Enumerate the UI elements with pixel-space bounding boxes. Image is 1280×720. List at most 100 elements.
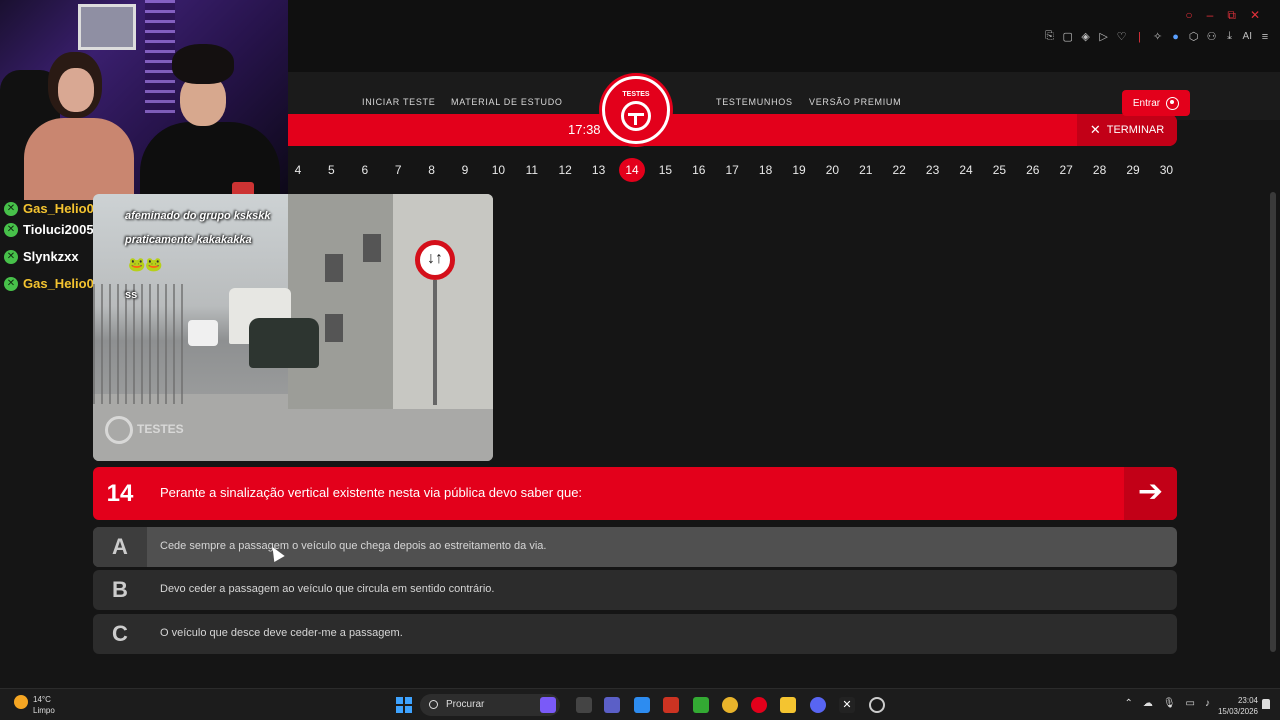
answer-option-a[interactable]: A Cede sempre a passagem o veículo que c…: [93, 527, 1177, 567]
question-number-link[interactable]: 22: [886, 158, 912, 182]
game-icon[interactable]: [663, 697, 679, 713]
weather-sun-icon[interactable]: [14, 695, 28, 709]
question-number-link[interactable]: 8: [419, 158, 445, 182]
app-icon[interactable]: [693, 697, 709, 713]
play-icon[interactable]: ▷: [1099, 30, 1109, 43]
answer-option-b[interactable]: B Devo ceder a passagem ao veículo que c…: [93, 570, 1177, 610]
nav-versao-premium[interactable]: VERSÃO PREMIUM: [809, 97, 901, 107]
download-icon[interactable]: ⤓: [1225, 30, 1235, 43]
obs-icon[interactable]: [869, 697, 885, 713]
dark-car: [249, 318, 319, 368]
question-number-link[interactable]: 5: [318, 158, 344, 182]
discord-icon[interactable]: [810, 697, 826, 713]
close-button[interactable]: ✕: [1250, 8, 1260, 23]
streamer-1-body: [24, 118, 134, 200]
menu-icon[interactable]: ≡: [1260, 31, 1270, 43]
arrow-right-icon: ➔: [1137, 475, 1164, 508]
question-number-link[interactable]: 21: [853, 158, 879, 182]
logo-text: TESTES: [622, 91, 650, 98]
question-number-link[interactable]: 10: [485, 158, 511, 182]
question-number-link[interactable]: 13: [586, 158, 612, 182]
minimize-button[interactable]: –: [1207, 8, 1214, 23]
question-number-link[interactable]: 7: [385, 158, 411, 182]
question-number-link[interactable]: 11: [519, 158, 545, 182]
question-number-link[interactable]: 14: [619, 158, 645, 182]
nav-material-estudo[interactable]: MATERIAL DE ESTUDO: [451, 97, 563, 107]
screenshot-icon[interactable]: ▢: [1063, 30, 1073, 43]
weather-widget[interactable]: 14°C Limpo: [33, 694, 55, 716]
distant-car: [188, 320, 218, 346]
app-icon[interactable]: [634, 697, 650, 713]
login-button[interactable]: Entrar: [1122, 90, 1190, 116]
answer-letter: C: [112, 621, 128, 646]
chat-badge-icon: ✕: [4, 276, 18, 291]
question-number-link[interactable]: 12: [552, 158, 578, 182]
separator: |: [1138, 30, 1141, 43]
question-number-link[interactable]: 16: [686, 158, 712, 182]
question-number-link[interactable]: 25: [986, 158, 1012, 182]
chat-message: ss: [125, 289, 138, 301]
answer-option-c[interactable]: C O veículo que desce deve ceder-me a pa…: [93, 614, 1177, 654]
taskbar-search[interactable]: Procurar: [420, 694, 560, 716]
question-number-link[interactable]: 28: [1087, 158, 1113, 182]
frog-emote-icon: 🐸🐸: [128, 256, 163, 272]
question-number-link[interactable]: 30: [1153, 158, 1179, 182]
question-number-link[interactable]: 29: [1120, 158, 1146, 182]
account-icon[interactable]: ⚇: [1207, 30, 1217, 43]
answer-text: Cede sempre a passagem o veículo que che…: [160, 540, 547, 552]
file-explorer-icon[interactable]: [576, 697, 592, 713]
logo-t-icon: [621, 101, 651, 131]
question-number-link[interactable]: 17: [719, 158, 745, 182]
cloud-icon[interactable]: ☁: [1143, 698, 1153, 709]
next-question-button[interactable]: ➔: [1124, 467, 1177, 520]
question-number-link[interactable]: 9: [452, 158, 478, 182]
answer-letter: B: [112, 577, 128, 602]
mic-icon[interactable]: 🎙: [1163, 698, 1176, 709]
ai-button[interactable]: AI: [1243, 31, 1252, 42]
sparkle-icon[interactable]: ✧: [1153, 30, 1163, 43]
timer-bar: 17:38 ✕ TERMINAR: [288, 114, 1177, 146]
question-number-link[interactable]: 18: [753, 158, 779, 182]
question-number-link[interactable]: 4: [285, 158, 311, 182]
question-number-link[interactable]: 19: [786, 158, 812, 182]
site-logo[interactable]: TESTES: [602, 76, 670, 144]
bridge-railing: [93, 284, 183, 404]
maximize-button[interactable]: ⧉: [1227, 8, 1236, 23]
chat-message: praticamente kakakakka: [125, 234, 252, 246]
watermark-logo-icon: [105, 416, 133, 444]
question-number-link[interactable]: 15: [652, 158, 678, 182]
chat-message: afeminado do grupo kskskk: [125, 210, 271, 222]
chevron-up-icon[interactable]: ⌃: [1124, 698, 1132, 709]
volume-icon[interactable]: ♪: [1205, 698, 1210, 709]
page-scrollbar[interactable]: [1270, 192, 1276, 652]
question-number-link[interactable]: 6: [352, 158, 378, 182]
question-number-link[interactable]: 27: [1053, 158, 1079, 182]
question-number-link[interactable]: 23: [920, 158, 946, 182]
copilot-icon[interactable]: [540, 697, 556, 713]
chat-username: Gas_Helio0: [23, 276, 94, 291]
finish-button[interactable]: ✕ TERMINAR: [1077, 114, 1177, 146]
opera-icon[interactable]: [751, 697, 767, 713]
question-number-link[interactable]: 26: [1020, 158, 1046, 182]
chrome-icon[interactable]: [722, 697, 738, 713]
start-button[interactable]: [396, 697, 412, 713]
extensions-icon[interactable]: ⬡: [1189, 30, 1199, 43]
notification-bell-icon[interactable]: [1262, 699, 1270, 709]
pin-icon[interactable]: ⎘: [1045, 30, 1055, 43]
clock-date: 15/03/2026: [1217, 707, 1258, 716]
network-icon[interactable]: ▭: [1186, 698, 1195, 709]
search-icon[interactable]: ○: [1185, 8, 1192, 23]
nav-iniciar-teste[interactable]: INICIAR TESTE: [362, 97, 435, 107]
system-clock[interactable]: 23:04 15/03/2026: [1218, 695, 1258, 717]
question-number-link[interactable]: 20: [819, 158, 845, 182]
heart-icon[interactable]: ♡: [1117, 30, 1127, 43]
capcut-icon[interactable]: ✕: [839, 697, 855, 713]
shield-icon[interactable]: ◈: [1081, 30, 1091, 43]
profile-icon[interactable]: ●: [1171, 31, 1181, 43]
answer-text: Devo ceder a passagem ao veículo que cir…: [160, 583, 495, 595]
nav-testemunhos[interactable]: TESTEMUNHOS: [716, 97, 793, 107]
folder-icon[interactable]: [780, 697, 796, 713]
teams-icon[interactable]: [604, 697, 620, 713]
question-number-link[interactable]: 24: [953, 158, 979, 182]
chat-overlay: ✕ Gas_Helio0 ✕ Tioluci2005 ✕ Slynkzxx ✕ …: [0, 200, 100, 297]
